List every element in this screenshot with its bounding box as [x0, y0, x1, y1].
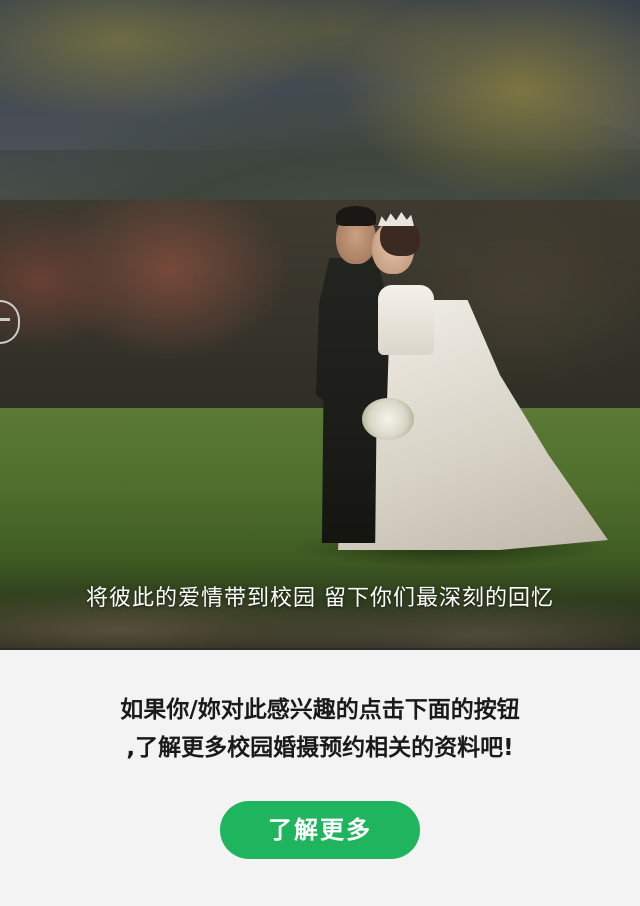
bouquet — [362, 398, 414, 440]
learn-more-button[interactable]: 了解更多 — [220, 801, 420, 859]
hero-caption: 将彼此的爱情带到校园 留下你们最深刻的回忆 — [86, 586, 554, 611]
info-text-line-1: 如果你/妳对此感兴趣的点击下面的按钮 — [120, 697, 520, 723]
info-section: 如果你/妳对此感兴趣的点击下面的按钮 ,了解更多校园婚摄预约相关的资料吧! 了解… — [0, 650, 640, 906]
groom-hair — [336, 206, 376, 226]
bride-bodice — [378, 285, 434, 355]
hero-photo: 将彼此的爱情带到校园 留下你们最深刻的回忆 — [0, 0, 640, 649]
info-text-line-2: ,了解更多校园婚摄预约相关的资料吧! — [126, 735, 514, 761]
page: 将彼此的爱情带到校园 留下你们最深刻的回忆 如果你/妳对此感兴趣的点击下面的按钮… — [0, 0, 640, 906]
hero-foliage — [0, 0, 640, 230]
